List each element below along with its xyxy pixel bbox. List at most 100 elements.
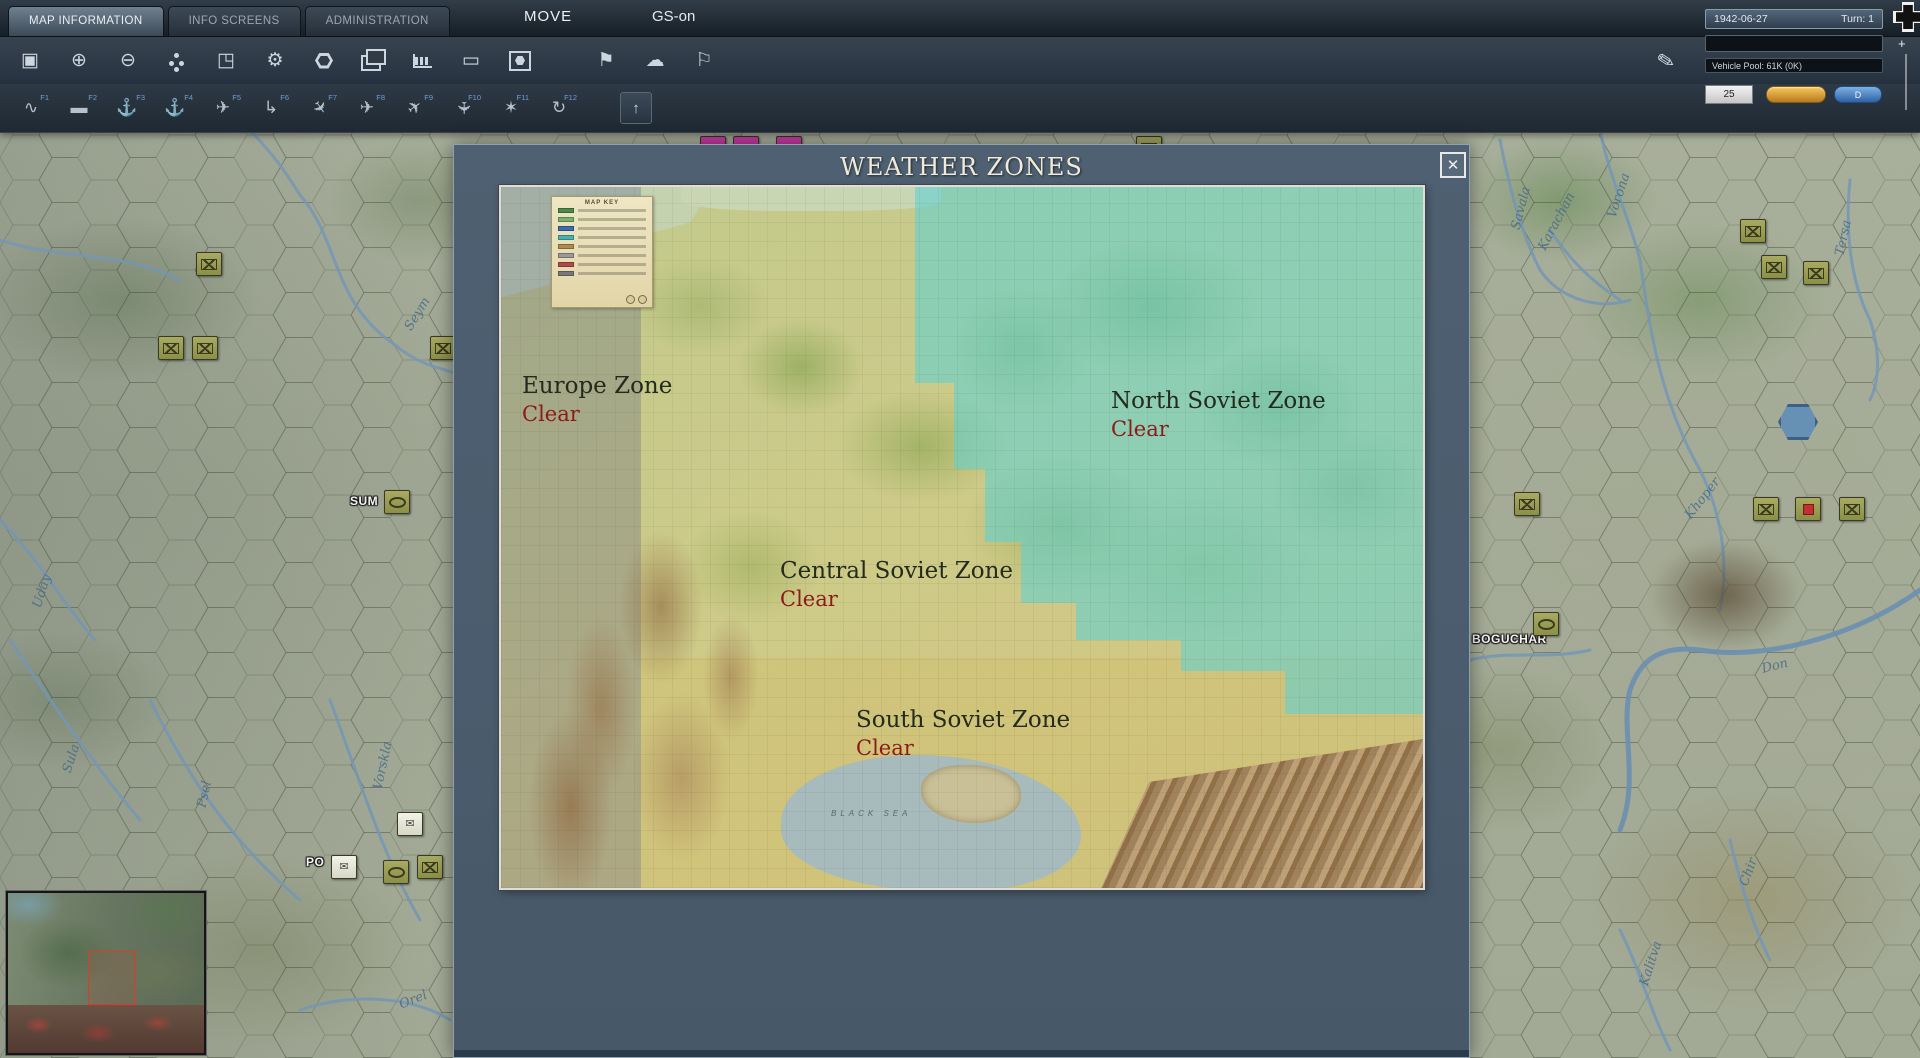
map-key-rows xyxy=(552,206,652,278)
black-sea-label: BLACK SEA xyxy=(831,809,911,818)
fkey-f11-button[interactable]: ✶F11 xyxy=(490,92,532,124)
city-label-sum: SUM xyxy=(350,494,378,508)
settings-gear-button[interactable]: ⚙ xyxy=(257,44,293,77)
zoom-plus-icon[interactable]: + xyxy=(1898,36,1906,51)
fkey-f2-button[interactable]: ▬F2 xyxy=(58,92,100,124)
hq-symbol-icon xyxy=(1803,504,1814,515)
hex-grid-icon xyxy=(509,51,531,71)
zone-name: South Soviet Zone xyxy=(856,707,1070,733)
unit-counter[interactable] xyxy=(384,490,410,514)
infantry-symbol-icon xyxy=(163,343,179,354)
fkey-label: F6 xyxy=(280,93,289,102)
blue-action-button[interactable]: D xyxy=(1834,86,1882,103)
fkey-f9-button[interactable]: ✈F9 xyxy=(394,92,436,124)
unit-counter[interactable] xyxy=(196,252,222,276)
top-panel: MAP INFORMATIONINFO SCREENSADMINISTRATIO… xyxy=(0,0,1920,132)
unit-counter[interactable] xyxy=(417,855,443,879)
zone-label-europe-zone: Europe ZoneClear xyxy=(522,373,672,427)
fkey-f6-button[interactable]: ↳F6 xyxy=(250,92,292,124)
map-key-row xyxy=(552,224,652,233)
tab-map-information[interactable]: MAP INFORMATION xyxy=(8,6,164,36)
map-key-row xyxy=(552,260,652,269)
unit-counter[interactable] xyxy=(158,336,184,360)
jump-box-button[interactable]: ◳ xyxy=(208,44,244,77)
counters-stack-icon xyxy=(361,55,381,71)
date-turn-box: 1942-06-27 Turn: 1 xyxy=(1705,9,1883,29)
toolbar-main-group: ▣ ⊕ ⊖ ◳ ⚙ ▭ xyxy=(12,44,538,77)
zoom-slider[interactable] xyxy=(1905,54,1907,110)
units-cluster-button[interactable] xyxy=(159,44,195,77)
f10-icon: ✈ xyxy=(453,101,473,115)
fkey-f7-button[interactable]: ✈F7 xyxy=(298,92,340,124)
unit-counter[interactable] xyxy=(1740,219,1766,243)
fkey-f4-button[interactable]: ⚓F4 xyxy=(154,92,196,124)
windows-icon: ▣ xyxy=(21,49,39,72)
fkey-label: F9 xyxy=(424,93,433,102)
zone-label-central-soviet-zone: Central Soviet ZoneClear xyxy=(780,558,1013,612)
up-level-button[interactable]: ↑ xyxy=(620,92,652,124)
zoom-level-box[interactable]: 25 xyxy=(1705,85,1753,104)
unit-counter[interactable] xyxy=(1795,497,1821,521)
minimap[interactable] xyxy=(6,891,206,1055)
unit-counter[interactable] xyxy=(192,336,218,360)
unit-counter[interactable]: ✉ xyxy=(331,855,357,879)
close-button[interactable]: ✕ xyxy=(1440,152,1466,178)
zoom-in-button[interactable]: ⊕ xyxy=(61,44,97,77)
signal-flag-button[interactable]: ⚐ xyxy=(686,44,722,77)
chart-button[interactable] xyxy=(404,44,440,77)
flag-button[interactable]: ⚑ xyxy=(588,44,624,77)
message-box[interactable] xyxy=(1705,35,1883,52)
gs-toggle[interactable]: GS-on xyxy=(652,8,695,25)
counters-stack-button[interactable] xyxy=(355,44,391,77)
mode-label[interactable]: MOVE xyxy=(524,8,572,25)
frame-icon: ▭ xyxy=(462,49,480,72)
map-key-row xyxy=(552,251,652,260)
unit-counter[interactable] xyxy=(1533,612,1559,636)
unit-counter[interactable] xyxy=(1839,497,1865,521)
fkey-f10-button[interactable]: ✈F10 xyxy=(442,92,484,124)
unit-counter[interactable] xyxy=(1753,497,1779,521)
unit-counter[interactable] xyxy=(1803,261,1829,285)
fkey-label: F3 xyxy=(136,93,145,102)
map-key-entry-text xyxy=(578,263,646,266)
zone-label-south-soviet-zone: South Soviet ZoneClear xyxy=(856,707,1070,761)
fkey-f8-button[interactable]: ✈F8 xyxy=(346,92,388,124)
minimap-viewport[interactable] xyxy=(88,951,136,1005)
unit-counter[interactable] xyxy=(1761,255,1787,279)
infantry-symbol-icon xyxy=(422,862,438,873)
map-key-row xyxy=(552,269,652,278)
hex-grid-button[interactable] xyxy=(502,44,538,77)
fkey-f5-button[interactable]: ✈F5 xyxy=(202,92,244,124)
zoom-out-icon: ⊖ xyxy=(120,49,136,72)
unit-counter[interactable]: ✉ xyxy=(397,812,423,836)
fkey-f3-button[interactable]: ⚓F3 xyxy=(106,92,148,124)
hex-toggle-button[interactable] xyxy=(306,44,342,77)
map-key-row xyxy=(552,206,652,215)
tab-info-screens[interactable]: INFO SCREENS xyxy=(168,6,301,36)
windows-button[interactable]: ▣ xyxy=(12,44,48,77)
unit-counter[interactable] xyxy=(383,860,409,884)
f3-icon: ⚓ xyxy=(116,98,137,118)
fkey-label: F5 xyxy=(232,93,241,102)
edit-button[interactable]: ✎ xyxy=(1645,42,1687,82)
fkey-label: F11 xyxy=(517,93,529,102)
infantry-symbol-icon xyxy=(435,343,451,354)
fkey-f1-button[interactable]: ∿F1 xyxy=(10,92,52,124)
flag-icon: ⚑ xyxy=(597,49,614,72)
units-cluster-icon xyxy=(169,52,185,70)
map-key-row xyxy=(552,233,652,242)
tab-administration[interactable]: ADMINISTRATION xyxy=(305,6,450,36)
yellow-action-button[interactable] xyxy=(1766,86,1826,103)
zoom-out-button[interactable]: ⊖ xyxy=(110,44,146,77)
frame-button[interactable]: ▭ xyxy=(453,44,489,77)
map-key-entry-text xyxy=(578,209,646,212)
weather-button[interactable]: ☁ xyxy=(637,44,673,77)
fkey-f12-button[interactable]: ↻F12 xyxy=(538,92,580,124)
vehicle-pool-label: Vehicle Pool: 61K (0K) xyxy=(1712,61,1802,71)
map-key-entry-text xyxy=(578,254,646,257)
blue-button-label: D xyxy=(1855,90,1862,100)
depot-symbol-icon: ✉ xyxy=(339,862,348,873)
depot-symbol-icon: ✉ xyxy=(405,819,414,830)
infantry-symbol-icon xyxy=(197,343,213,354)
unit-counter[interactable] xyxy=(1514,492,1540,516)
